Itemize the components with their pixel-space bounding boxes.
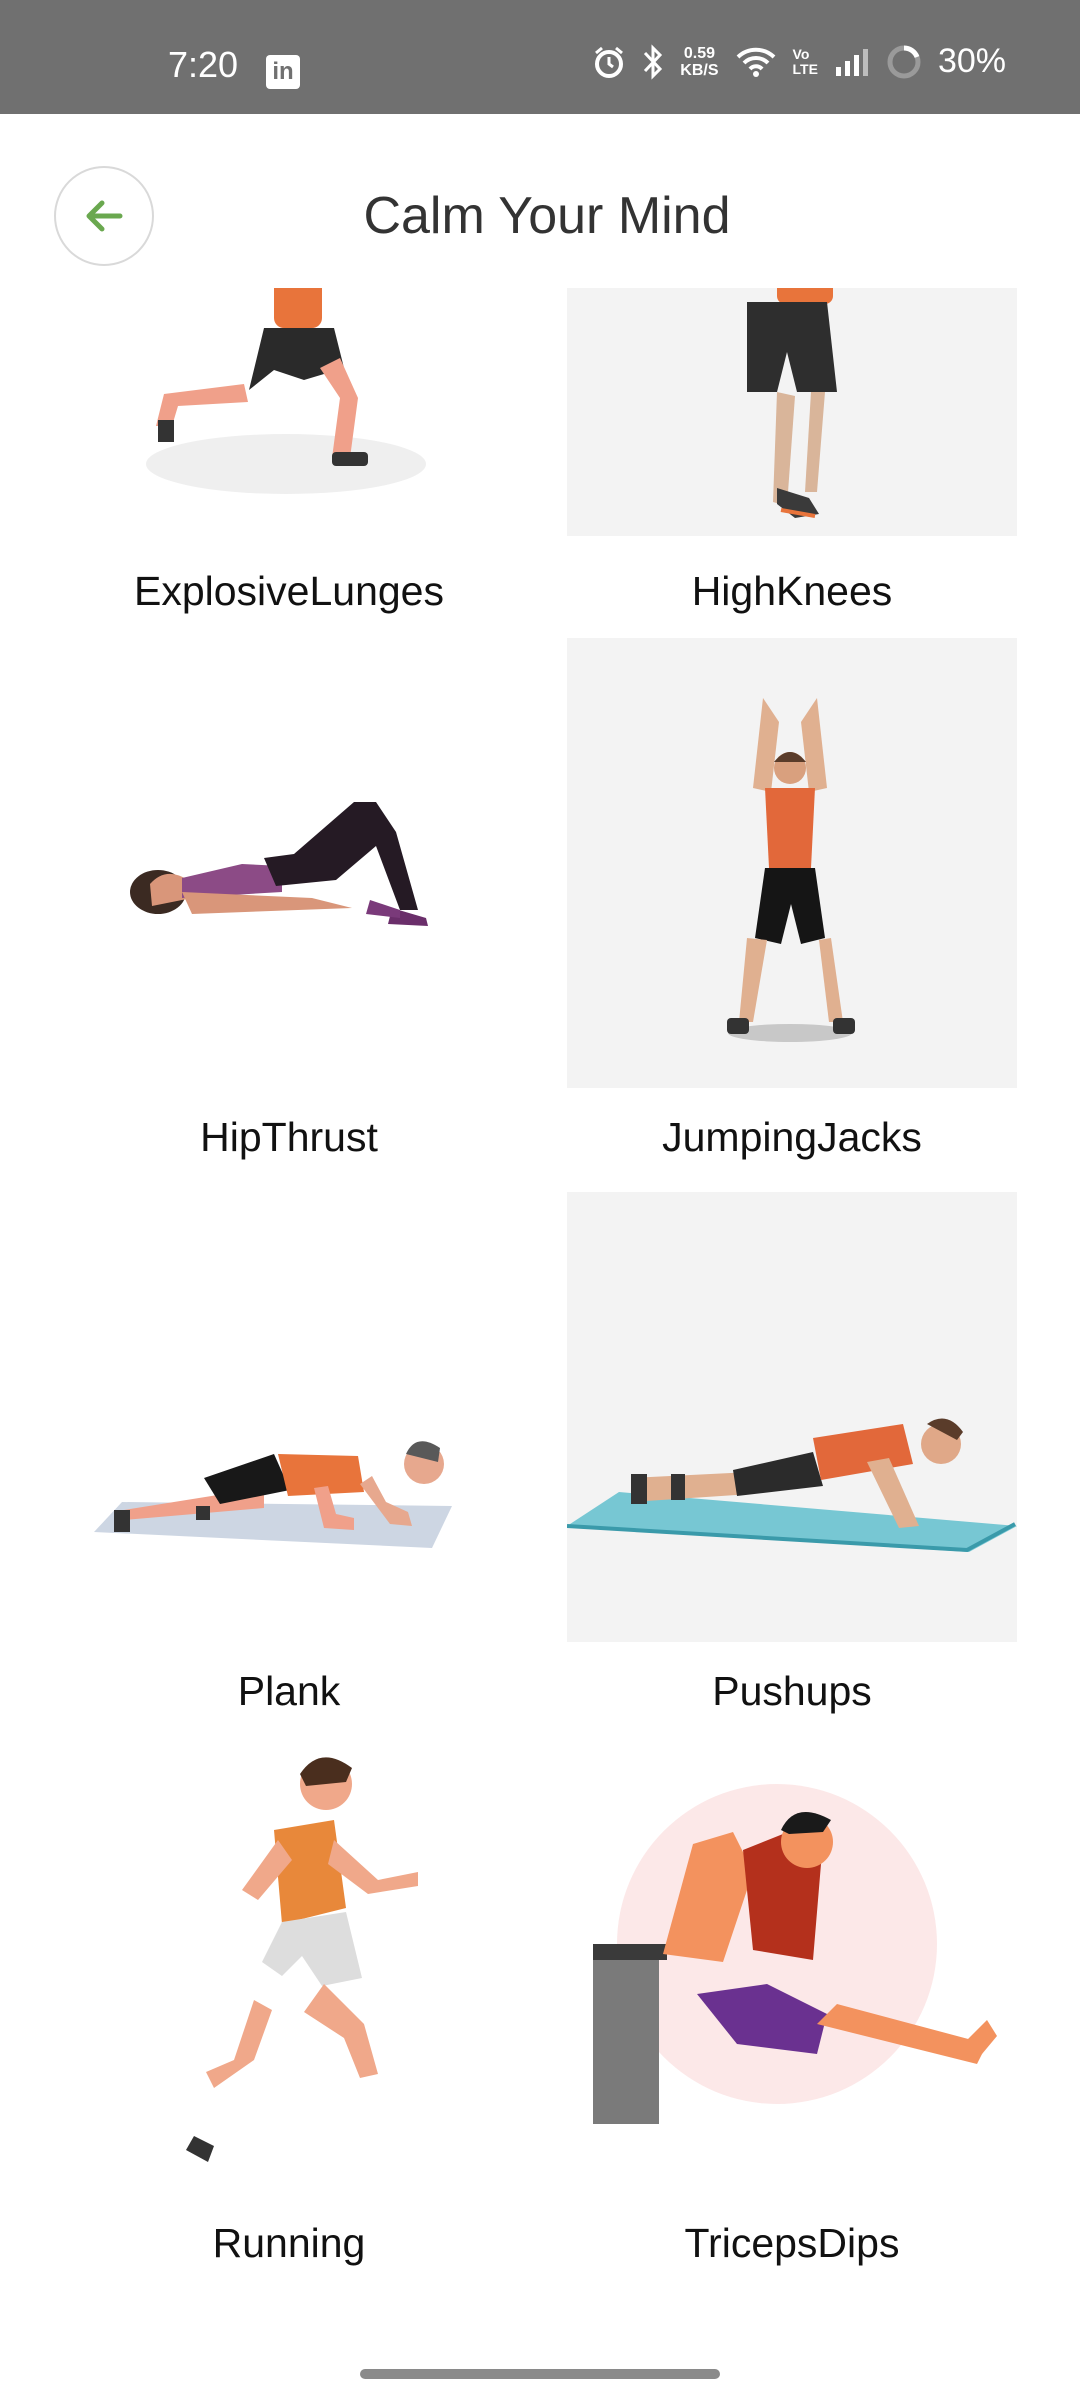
exercise-card-plank[interactable]: Plank — [64, 1192, 514, 1732]
exercise-image-running — [64, 1744, 514, 2194]
volte-indicator: Vo LTE — [792, 45, 818, 77]
exercise-image-explosivelunges — [64, 288, 514, 508]
app-header: Calm Your Mind — [0, 114, 1080, 288]
net-speed: 0.59 KB/S — [680, 45, 718, 79]
exercise-image-pushups — [567, 1192, 1017, 1642]
exercise-card-explosivelunges[interactable]: ExplosiveLunges — [64, 288, 514, 628]
battery-percent: 30% — [937, 42, 1006, 80]
exercise-image-hipthrust — [64, 638, 514, 1088]
volte-top: Vo — [792, 45, 810, 62]
net-speed-unit: KB/S — [680, 61, 719, 79]
status-time: 7:20 — [168, 44, 239, 85]
exercise-card-tricepsdips[interactable]: TricepsDips — [567, 1744, 1017, 2284]
linkedin-icon: in — [266, 55, 300, 89]
exercise-card-running[interactable]: Running — [64, 1744, 514, 2284]
exercise-image-jumpingjacks — [567, 638, 1017, 1088]
exercise-label: Running — [212, 2220, 366, 2266]
exercise-label: Pushups — [712, 1668, 872, 1714]
signal-icon — [835, 48, 868, 76]
exercise-card-pushups[interactable]: Pushups — [567, 1192, 1017, 1732]
exercise-image-plank — [64, 1192, 514, 1642]
exercise-card-highknees[interactable]: HighKnees — [567, 288, 1017, 628]
exercise-card-jumpingjacks[interactable]: JumpingJacks — [567, 638, 1017, 1178]
wifi-icon — [736, 47, 775, 77]
bluetooth-icon — [644, 43, 663, 80]
exercise-grid: ExplosiveLunges HighKnees HipThrust Jump… — [0, 288, 1080, 2318]
exercise-label: HighKnees — [691, 568, 893, 614]
exercise-label: HipThrust — [200, 1114, 378, 1160]
exercise-label: ExplosiveLunges — [134, 568, 444, 614]
exercise-label: TricepsDips — [684, 2220, 900, 2266]
status-icons: 0.59 KB/S Vo LTE 30% — [592, 42, 1006, 81]
exercise-card-hipthrust[interactable]: HipThrust — [64, 638, 514, 1178]
exercise-image-highknees — [567, 288, 1017, 536]
home-indicator[interactable] — [360, 2369, 720, 2379]
net-speed-value: 0.59 — [683, 44, 715, 62]
status-bar: 7:20 in 0.59 KB/S Vo LTE 30% — [0, 0, 1080, 114]
page-title: Calm Your Mind — [363, 187, 731, 245]
exercise-image-tricepsdips — [567, 1744, 1017, 2194]
battery-icon — [887, 45, 921, 78]
volte-bottom: LTE — [792, 60, 818, 77]
alarm-icon — [595, 46, 624, 78]
exercise-label: Plank — [237, 1668, 341, 1714]
exercise-label: JumpingJacks — [662, 1114, 922, 1160]
